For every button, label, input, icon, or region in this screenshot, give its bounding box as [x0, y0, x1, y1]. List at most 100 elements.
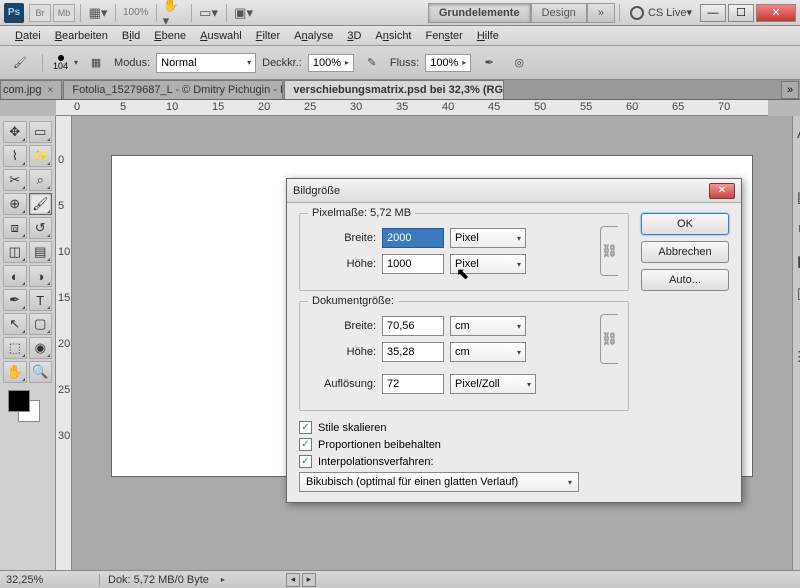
gradient-tool[interactable]: ▤	[29, 241, 53, 263]
brush-panel-icon[interactable]: ▦	[84, 51, 108, 75]
wand-tool[interactable]: ✨	[29, 145, 53, 167]
doc-tab[interactable]: com.jpg×	[0, 80, 62, 99]
color-panel-icon[interactable]: ◐	[793, 314, 800, 336]
character-panel-icon[interactable]: A|	[793, 122, 800, 144]
history-brush-tool[interactable]: ↺	[29, 217, 53, 239]
constrain-doc-proportions-icon[interactable]: ⛓	[600, 314, 618, 364]
menu-analyse[interactable]: Analyse	[287, 30, 340, 42]
interpolation-select[interactable]: Bikubisch (optimal für einen glatten Ver…	[299, 472, 579, 492]
camera-tool[interactable]: ◉	[29, 337, 53, 359]
stamp-tool[interactable]: ⧈	[3, 217, 27, 239]
window-minimize[interactable]: —	[700, 4, 726, 22]
menu-ebene[interactable]: Ebene	[147, 30, 193, 42]
tab-close-icon[interactable]: ×	[48, 85, 54, 96]
arrange-icon[interactable]: ▭▾	[198, 4, 220, 22]
resolution-input[interactable]: 72	[382, 374, 444, 394]
3d-tool[interactable]: ⬚	[3, 337, 27, 359]
scale-styles-checkbox[interactable]: ✓	[299, 421, 312, 434]
cancel-button[interactable]: Abbrechen	[641, 241, 729, 263]
minibridge-button[interactable]: Mb	[53, 4, 75, 22]
move-tool[interactable]: ✥	[3, 121, 27, 143]
height-cm-label: Höhe:	[310, 346, 376, 358]
dialog-title: Bildgröße	[293, 185, 340, 197]
constrain-proportions-checkbox[interactable]: ✓	[299, 438, 312, 451]
window-maximize[interactable]: ☐	[728, 4, 754, 22]
paragraph-panel-icon[interactable]: ¶	[793, 154, 800, 176]
brush-tool[interactable]: 🖌	[29, 193, 53, 215]
hand-icon[interactable]: ✋▾	[163, 4, 185, 22]
resolution-label: Auflösung:	[310, 378, 376, 390]
window-close[interactable]: ✕	[756, 4, 796, 22]
title-bar: Ps Br Mb ▦▾ 100% ✋▾ ▭▾ ▣▾ Grundelemente …	[0, 0, 800, 26]
info-panel-icon[interactable]: ☰	[793, 346, 800, 368]
healing-tool[interactable]: ⊕	[3, 193, 27, 215]
menu-bild[interactable]: Bild	[115, 30, 147, 42]
doc-tab-active[interactable]: verschiebungsmatrix.psd bei 32,3% (RGB/8…	[284, 80, 504, 99]
menu-fenster[interactable]: Fenster	[419, 30, 470, 42]
constrain-proportions-icon[interactable]: ⛓	[600, 226, 618, 276]
scroll-right[interactable]: ▸	[302, 573, 316, 587]
workspace-design[interactable]: Design	[531, 3, 587, 23]
workspace-more[interactable]: »	[587, 3, 615, 23]
modus-select[interactable]: Normal▾	[156, 53, 256, 73]
menu-datei[interactable]: Datei	[8, 30, 48, 42]
crop-tool[interactable]: ✂	[3, 169, 27, 191]
airbrush-icon[interactable]: ✒	[477, 51, 501, 75]
tab-overflow-button[interactable]: »	[781, 81, 799, 99]
doc-tab[interactable]: Fotolia_15279687_L - © Dmitry Pichugin -…	[63, 80, 283, 99]
marquee-tool[interactable]: ▭	[29, 121, 53, 143]
resample-checkbox[interactable]: ✓	[299, 455, 312, 468]
deckkr-input[interactable]: 100%▸	[308, 54, 354, 72]
bridge-button[interactable]: Br	[29, 4, 51, 22]
width-cm-unit[interactable]: cm▾	[450, 316, 526, 336]
view-extras-icon[interactable]: ▦▾	[87, 4, 109, 22]
dialog-close-button[interactable]: ✕	[709, 183, 735, 199]
menu-filter[interactable]: Filter	[249, 30, 287, 42]
hand-tool[interactable]: ✋	[3, 361, 27, 383]
color-swatches[interactable]	[6, 390, 49, 424]
navigator-panel-icon[interactable]: ▣	[793, 282, 800, 304]
pen-tool[interactable]: ✒	[3, 289, 27, 311]
fluss-input[interactable]: 100%▸	[425, 54, 471, 72]
shape-tool[interactable]: ▢	[29, 313, 53, 335]
screenmode-icon[interactable]: ▣▾	[233, 4, 255, 22]
cslive-button[interactable]: CS Live ▾	[630, 6, 692, 20]
brush-preset[interactable]: 104	[53, 55, 68, 71]
path-select-tool[interactable]: ↖	[3, 313, 27, 335]
width-px-unit[interactable]: Pixel▾	[450, 228, 526, 248]
dialog-titlebar[interactable]: Bildgröße ✕	[287, 179, 741, 203]
brush-panel-icon[interactable]: ▤	[793, 186, 800, 208]
eyedropper-tool[interactable]: ⌕	[29, 169, 53, 191]
tablet-opacity-icon[interactable]: ✎	[360, 51, 384, 75]
status-zoom[interactable]: 32,25%	[0, 574, 100, 586]
eraser-tool[interactable]: ◫	[3, 241, 27, 263]
type-tool[interactable]: T	[29, 289, 53, 311]
dodge-tool[interactable]: ◑	[29, 265, 53, 287]
width-cm-input[interactable]: 70,56	[382, 316, 444, 336]
height-px-unit[interactable]: Pixel▾	[450, 254, 526, 274]
swatches-panel-icon[interactable]: ◧	[793, 250, 800, 272]
workspace-grundelemente[interactable]: Grundelemente	[428, 3, 531, 23]
blur-tool[interactable]: ◐	[3, 265, 27, 287]
menu-hilfe[interactable]: Hilfe	[470, 30, 506, 42]
status-doc-info[interactable]: Dok: 5,72 MB/0 Byte	[100, 574, 217, 586]
menu-ansicht[interactable]: Ansicht	[368, 30, 418, 42]
zoom-level[interactable]: 100%	[123, 7, 149, 18]
width-px-input[interactable]: 2000	[382, 228, 444, 248]
zoom-tool[interactable]: 🔍	[29, 361, 53, 383]
lasso-tool[interactable]: ⌇	[3, 145, 27, 167]
clone-panel-icon[interactable]: ⧉	[793, 218, 800, 240]
scroll-left[interactable]: ◂	[286, 573, 300, 587]
menu-bearbeiten[interactable]: Bearbeiten	[48, 30, 115, 42]
height-cm-unit[interactable]: cm▾	[450, 342, 526, 362]
tablet-size-icon[interactable]: ◎	[507, 51, 531, 75]
menu-auswahl[interactable]: Auswahl	[193, 30, 249, 42]
height-cm-input[interactable]: 35,28	[382, 342, 444, 362]
height-px-input[interactable]: 1000	[382, 254, 444, 274]
auto-button[interactable]: Auto...	[641, 269, 729, 291]
toolbox: ✥▭ ⌇✨ ✂⌕ ⊕🖌 ⧈↺ ◫▤ ◐◑ ✒T ↖▢ ⬚◉ ✋🔍	[0, 116, 56, 570]
menu-3d[interactable]: 3D	[340, 30, 368, 42]
ok-button[interactable]: OK	[641, 213, 729, 235]
resolution-unit[interactable]: Pixel/Zoll▾	[450, 374, 536, 394]
brush-tool-icon[interactable]: 🖌	[8, 51, 32, 75]
